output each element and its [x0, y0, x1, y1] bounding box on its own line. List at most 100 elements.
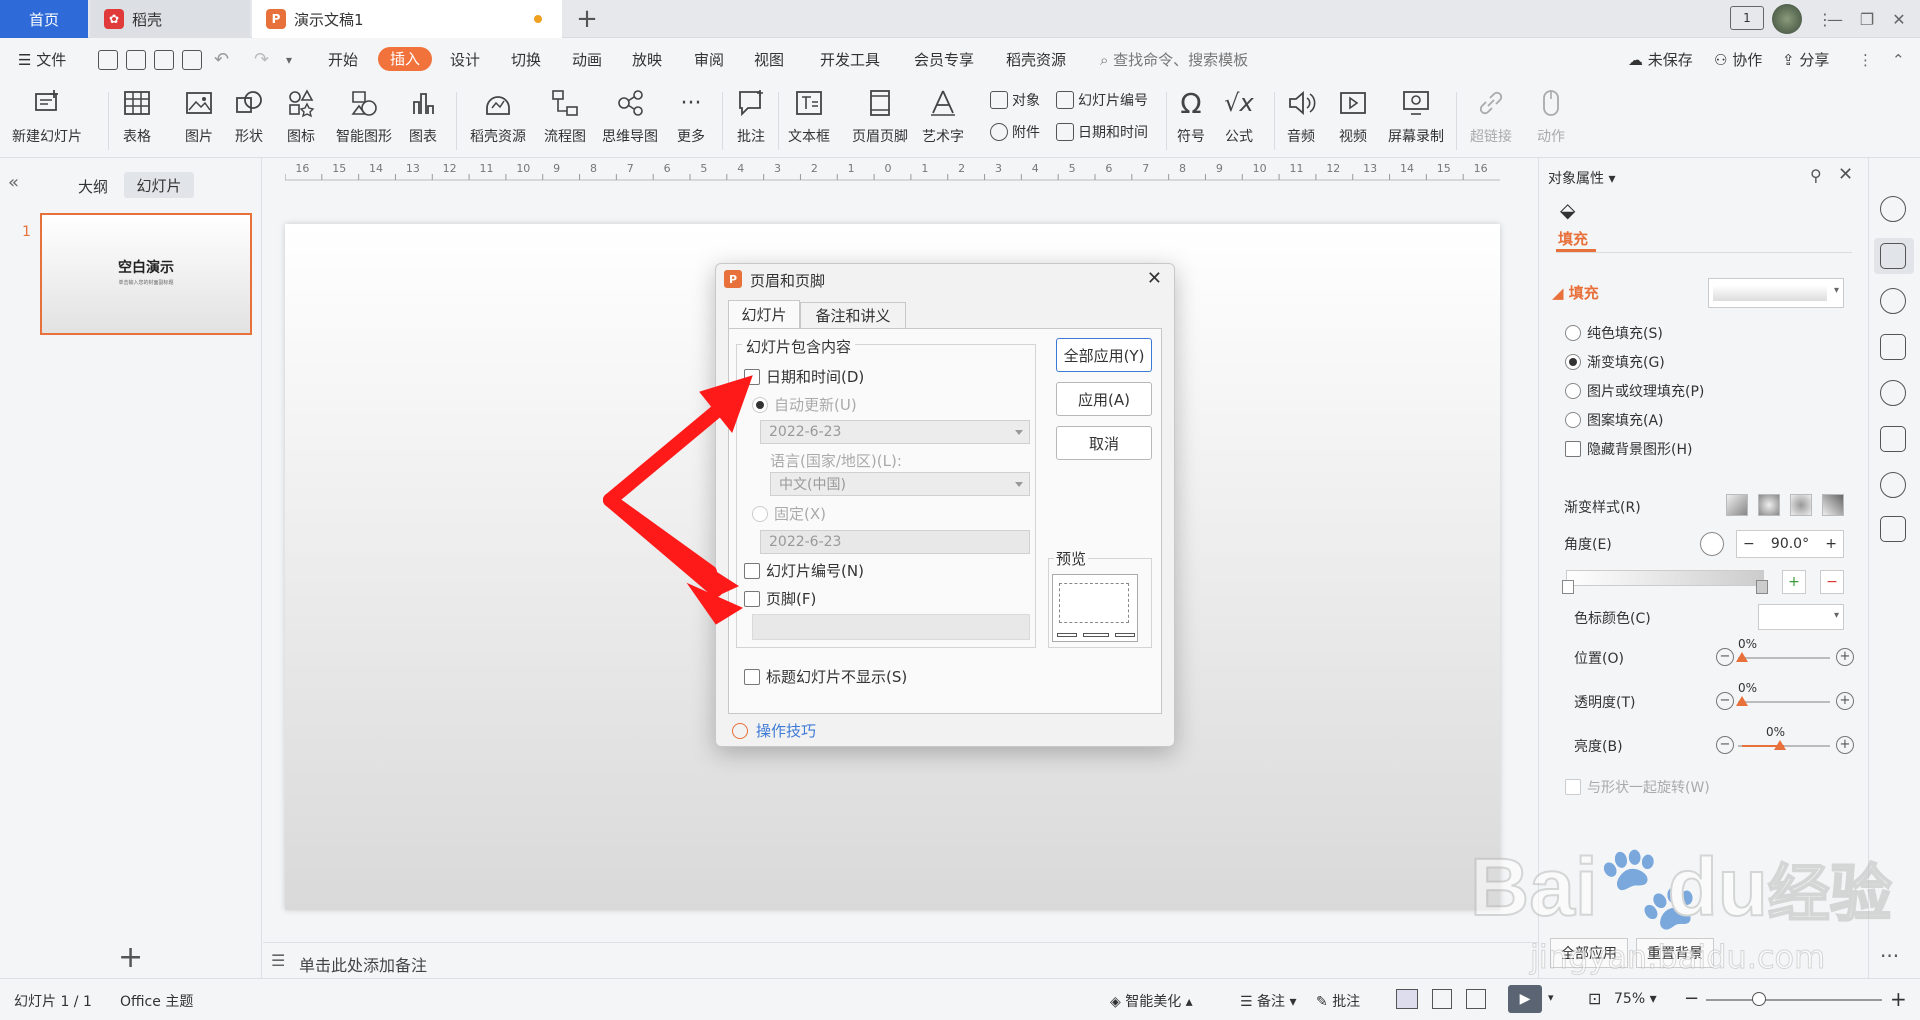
object-button[interactable]: 对象: [990, 90, 1040, 110]
radio-gradient-fill[interactable]: 渐变填充(G): [1565, 352, 1665, 372]
footer-text-input[interactable]: [752, 614, 1030, 640]
export-pdf-icon[interactable]: [126, 50, 146, 70]
reading-view-icon[interactable]: [1466, 989, 1486, 1009]
close-window-icon[interactable]: ✕: [1884, 6, 1914, 32]
fixed-date-input[interactable]: 2022-6-23: [760, 530, 1030, 554]
add-slide-plus-icon[interactable]: +: [118, 940, 143, 975]
file-menu[interactable]: ☰ 文件: [18, 48, 66, 72]
help-icon[interactable]: [1880, 380, 1906, 406]
more-button[interactable]: ··· 更多: [674, 86, 708, 146]
dialog-tab-slide[interactable]: 幻灯片: [728, 300, 800, 328]
mindmap-button[interactable]: 思维导图: [602, 86, 658, 146]
hide-background-checkbox[interactable]: 隐藏背景图形(H): [1565, 439, 1692, 459]
tab-document[interactable]: P 演示文稿1: [252, 0, 562, 38]
menu-slideshow[interactable]: 放映: [632, 48, 662, 72]
zoom-slider-thumb[interactable]: [1752, 992, 1766, 1006]
more-options-icon[interactable]: ⋮: [1858, 48, 1873, 72]
header-footer-button[interactable]: 页眉页脚: [852, 86, 908, 146]
remove-stop-icon[interactable]: −: [1820, 570, 1844, 594]
slide-thumbnail[interactable]: 空白演示 单击输入您的封面副标题: [40, 213, 252, 335]
reset-bg-button[interactable]: 重置背景: [1636, 938, 1714, 968]
menu-view[interactable]: 视图: [754, 48, 784, 72]
collab-button[interactable]: ⚇ 协作: [1714, 48, 1762, 72]
gradient-stop-right[interactable]: [1756, 580, 1768, 594]
menu-insert[interactable]: 插入: [378, 47, 433, 71]
gradient-stop-left[interactable]: [1562, 580, 1574, 594]
tab-daoke[interactable]: ✿ 稻壳: [90, 0, 250, 38]
panel-title-dropdown[interactable]: 对象属性 ▾: [1548, 168, 1615, 188]
grid-view-icon[interactable]: [1432, 989, 1452, 1009]
tab-outline[interactable]: 大纲: [78, 176, 108, 197]
transparency-slider-thumb[interactable]: [1736, 696, 1748, 706]
menu-developer[interactable]: 开发工具: [820, 48, 880, 72]
tab-slides[interactable]: 幻灯片: [124, 172, 194, 198]
fit-window-icon[interactable]: ⊡: [1588, 989, 1601, 1008]
formula-button[interactable]: √x 公式: [1222, 86, 1256, 146]
smart-art-button[interactable]: 智能图形: [336, 86, 392, 146]
position-minus[interactable]: −: [1716, 648, 1734, 666]
collapse-panel-icon[interactable]: «: [8, 172, 19, 193]
symbol-button[interactable]: Ω 符号: [1174, 86, 1208, 146]
textbox-button[interactable]: 文本框: [788, 86, 830, 146]
star-icon[interactable]: [1880, 288, 1906, 314]
shape-button[interactable]: 形状: [232, 86, 266, 146]
flowchart-button[interactable]: 流程图: [544, 86, 586, 146]
datetime-button[interactable]: 日期和时间: [1056, 122, 1148, 142]
auto-date-format-select[interactable]: 2022-6-23: [760, 420, 1030, 444]
share-button[interactable]: ⇪ 分享: [1782, 48, 1829, 72]
page-count-badge[interactable]: 1: [1730, 6, 1764, 30]
screen-record-button[interactable]: 屏幕录制: [1388, 86, 1444, 146]
rotate-with-shape-checkbox[interactable]: 与形状一起旋转(W): [1565, 777, 1710, 797]
add-stop-icon[interactable]: +: [1782, 570, 1806, 594]
fill-bucket-icon[interactable]: ⬙: [1560, 198, 1588, 222]
undo-icon[interactable]: ↶: [214, 48, 229, 72]
gradient-style-path[interactable]: [1822, 494, 1844, 516]
picture-button[interactable]: 图片: [182, 86, 216, 146]
collapse-ribbon-icon[interactable]: ⌃: [1892, 48, 1905, 72]
pin-icon[interactable]: ⚲: [1810, 166, 1822, 185]
play-options-icon[interactable]: ▾: [1548, 991, 1554, 1004]
save-icon[interactable]: [98, 50, 118, 70]
angle-dial[interactable]: [1700, 532, 1724, 556]
rocket-icon[interactable]: [1880, 196, 1906, 222]
gradient-style-radial[interactable]: [1758, 494, 1780, 516]
transparency-slider-track[interactable]: [1738, 701, 1830, 703]
gradient-style-rect[interactable]: [1790, 494, 1812, 516]
redo-icon[interactable]: ↷: [254, 48, 269, 72]
auto-update-radio[interactable]: 自动更新(U): [752, 394, 857, 415]
cube-icon[interactable]: [1880, 516, 1906, 542]
radio-solid-fill[interactable]: 纯色填充(S): [1565, 323, 1663, 343]
stop-color-select[interactable]: ▾: [1758, 604, 1844, 630]
menu-transition[interactable]: 切换: [511, 48, 541, 72]
notes-area[interactable]: ☰ 单击此处添加备注: [263, 942, 1538, 978]
play-slideshow-icon[interactable]: ▶: [1508, 985, 1542, 1013]
daoke-resources-button[interactable]: 稻壳资源: [470, 86, 526, 146]
new-tab-plus-icon[interactable]: +: [572, 4, 602, 34]
zoom-select[interactable]: 75% ▾: [1614, 991, 1657, 1007]
hide-on-title-checkbox[interactable]: 标题幻灯片不显示(S): [744, 666, 907, 687]
beautify-icon[interactable]: [1880, 426, 1906, 452]
command-search[interactable]: ⌕ 查找命令、搜索模板: [1100, 48, 1248, 72]
new-slide-button[interactable]: 新建幻灯片: [12, 86, 82, 146]
fill-tab[interactable]: 填充: [1558, 228, 1588, 249]
apply-button[interactable]: 应用(A): [1056, 382, 1152, 416]
menu-animation[interactable]: 动画: [572, 48, 602, 72]
tab-home[interactable]: 首页: [0, 0, 88, 38]
position-slider-thumb[interactable]: [1736, 652, 1748, 662]
wordart-button[interactable]: 艺术字: [922, 86, 964, 146]
lightning-icon[interactable]: [1880, 472, 1906, 498]
menu-design[interactable]: 设计: [450, 48, 480, 72]
apply-all-button[interactable]: 全部应用(Y): [1056, 338, 1152, 372]
brightness-minus[interactable]: −: [1716, 736, 1734, 754]
chart-button[interactable]: 图表: [406, 86, 440, 146]
hyperlink-button[interactable]: 超链接: [1470, 86, 1512, 146]
brightness-plus[interactable]: +: [1836, 736, 1854, 754]
position-plus[interactable]: +: [1836, 648, 1854, 666]
action-button[interactable]: 动作: [1534, 86, 1568, 146]
menu-member[interactable]: 会员专享: [914, 48, 974, 72]
table-button[interactable]: 表格: [120, 86, 154, 146]
fill-color-select[interactable]: ▾: [1708, 278, 1844, 308]
gradient-style-linear[interactable]: [1726, 494, 1748, 516]
slide-number-checkbox[interactable]: 幻灯片编号(N): [744, 560, 864, 581]
sidebar-more-icon[interactable]: ···: [1880, 944, 1899, 968]
